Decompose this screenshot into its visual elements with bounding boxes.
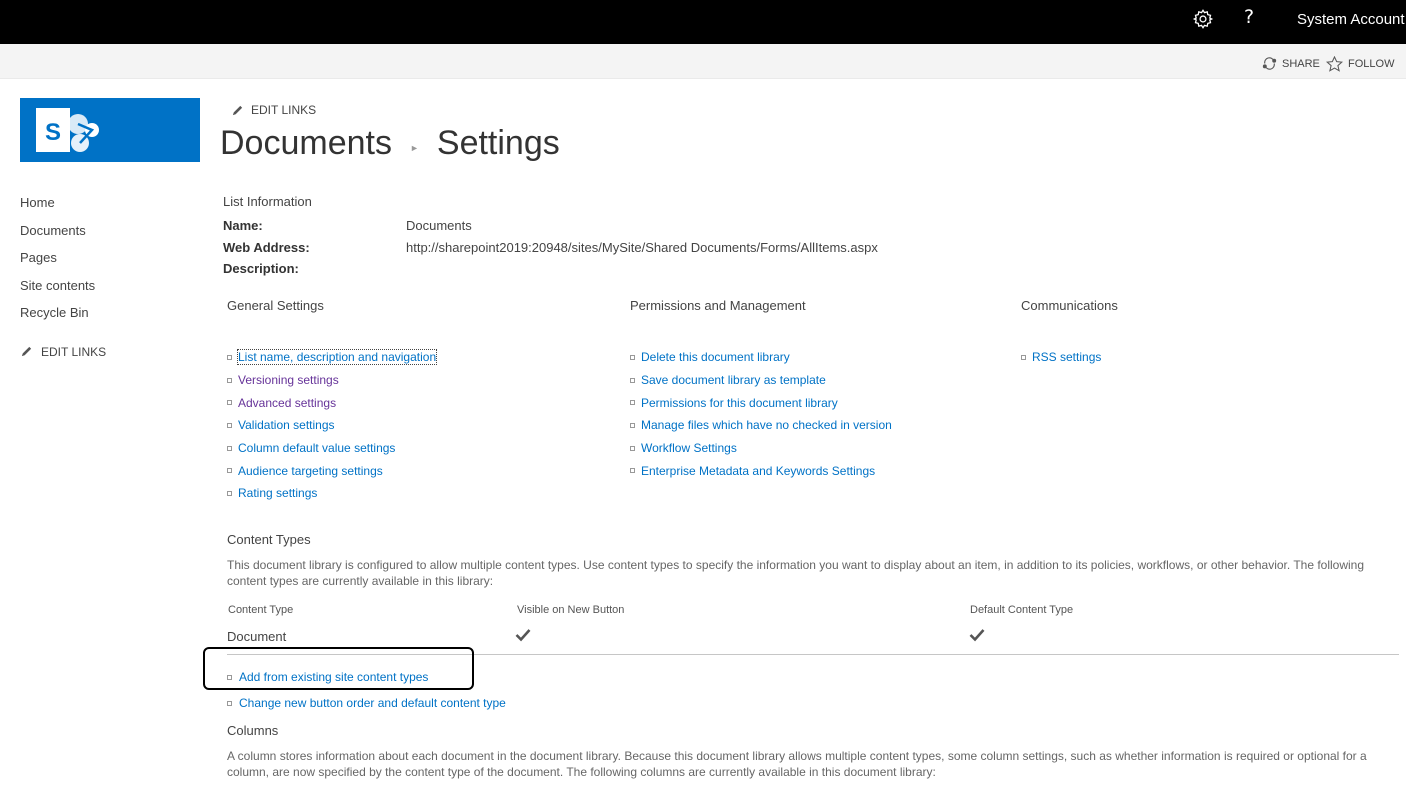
account-menu[interactable]: System Account — [1297, 11, 1405, 28]
share-label: SHARE — [1282, 57, 1320, 70]
link-save-as-template[interactable]: Save document library as template — [630, 369, 892, 392]
bullet-icon — [630, 354, 635, 360]
web-address-value: http://sharepoint2019:20948/sites/MySite… — [406, 240, 878, 255]
name-label: Name: — [223, 218, 263, 233]
share-button[interactable]: SHARE — [1262, 56, 1320, 71]
bullet-icon — [630, 468, 635, 474]
link-validation-settings[interactable]: Validation settings — [227, 414, 436, 437]
permissions-heading: Permissions and Management — [630, 298, 806, 313]
bullet-icon — [630, 377, 635, 383]
breadcrumb-settings: Settings — [436, 124, 560, 162]
link-rating-settings[interactable]: Rating settings — [227, 482, 436, 505]
bullet-icon — [227, 700, 232, 706]
pencil-icon — [21, 346, 32, 357]
suite-bar: ? System Account — [0, 0, 1406, 44]
link-workflow-settings[interactable]: Workflow Settings — [630, 437, 892, 460]
link-versioning-settings[interactable]: Versioning settings — [227, 369, 436, 392]
columns-heading: Columns — [227, 723, 279, 738]
link-rss-settings[interactable]: RSS settings — [1021, 346, 1101, 369]
share-icon — [1262, 57, 1277, 70]
description-label: Description: — [223, 261, 299, 276]
general-settings-heading: General Settings — [227, 298, 324, 313]
columns-description: A column stores information about each d… — [227, 749, 1367, 779]
bullet-icon — [1021, 354, 1026, 360]
link-change-button-order[interactable]: Change new button order and default cont… — [227, 690, 506, 716]
link-audience-targeting[interactable]: Audience targeting settings — [227, 459, 436, 482]
bullet-icon — [227, 354, 232, 360]
edit-links-nav-label: EDIT LINKS — [41, 344, 107, 359]
checkmark-icon — [969, 628, 985, 645]
content-type-document-link[interactable]: Document — [227, 629, 286, 644]
nav-item-site-contents[interactable]: Site contents — [20, 278, 106, 306]
col-header-visible: Visible on New Button — [517, 604, 625, 616]
nav-item-recycle-bin[interactable]: Recycle Bin — [20, 305, 106, 333]
sharepoint-logo[interactable]: S — [20, 98, 200, 162]
page-title: Documents ► Settings — [220, 124, 560, 163]
left-navigation: Home Documents Pages Site contents Recyc… — [20, 195, 106, 359]
communications-heading: Communications — [1021, 298, 1118, 313]
link-delete-library[interactable]: Delete this document library — [630, 346, 892, 369]
bullet-icon — [227, 445, 232, 451]
link-list-name-description[interactable]: List name, description and navigation — [227, 346, 438, 369]
link-permissions[interactable]: Permissions for this document library — [630, 391, 892, 414]
breadcrumb-separator-icon: ► — [409, 142, 419, 153]
follow-button[interactable]: FOLLOW — [1326, 56, 1394, 72]
link-advanced-settings[interactable]: Advanced settings — [227, 391, 436, 414]
col-header-default: Default Content Type — [970, 604, 1074, 616]
general-settings-links: List name, description and navigation Ve… — [227, 346, 438, 505]
web-address-label: Web Address: — [223, 240, 310, 255]
pencil-icon — [232, 105, 243, 115]
content-types-description: This document library is configured to a… — [227, 558, 1365, 588]
bullet-icon — [227, 400, 232, 406]
bullet-icon — [227, 490, 232, 496]
communications-links: RSS settings — [1021, 346, 1101, 369]
link-enterprise-metadata[interactable]: Enterprise Metadata and Keywords Setting… — [630, 459, 892, 482]
col-header-content-type: Content Type — [228, 604, 294, 616]
nav-item-home[interactable]: Home — [20, 195, 106, 223]
nav-item-pages[interactable]: Pages — [20, 250, 106, 278]
nav-item-documents[interactable]: Documents — [20, 223, 106, 251]
edit-links-label: EDIT LINKS — [251, 103, 317, 117]
highlight-annotation-box — [203, 647, 474, 690]
permissions-links: Delete this document library Save docume… — [630, 346, 892, 482]
svg-text:S: S — [45, 119, 61, 146]
edit-links-title[interactable]: EDIT LINKS — [231, 103, 316, 117]
checkmark-icon — [515, 628, 531, 645]
bullet-icon — [227, 377, 232, 383]
bullet-icon — [630, 400, 635, 406]
star-icon — [1326, 56, 1343, 72]
gear-icon[interactable] — [1192, 8, 1214, 30]
name-value: Documents — [406, 218, 472, 233]
bullet-icon — [630, 422, 635, 428]
ribbon-bar: SHARE FOLLOW — [0, 44, 1406, 79]
bullet-icon — [227, 422, 232, 428]
link-manage-checked-in[interactable]: Manage files which have no checked in ve… — [630, 414, 892, 437]
list-information-heading: List Information — [223, 194, 312, 209]
help-button[interactable]: ? — [1244, 6, 1254, 28]
bullet-icon — [227, 468, 232, 474]
follow-label: FOLLOW — [1348, 58, 1395, 70]
breadcrumb-documents[interactable]: Documents — [220, 124, 392, 163]
content-types-heading: Content Types — [227, 532, 311, 547]
edit-links-nav[interactable]: EDIT LINKS — [20, 345, 106, 359]
bullet-icon — [630, 445, 635, 451]
link-column-default-value[interactable]: Column default value settings — [227, 437, 436, 460]
sharepoint-logo-icon: S — [36, 108, 99, 152]
